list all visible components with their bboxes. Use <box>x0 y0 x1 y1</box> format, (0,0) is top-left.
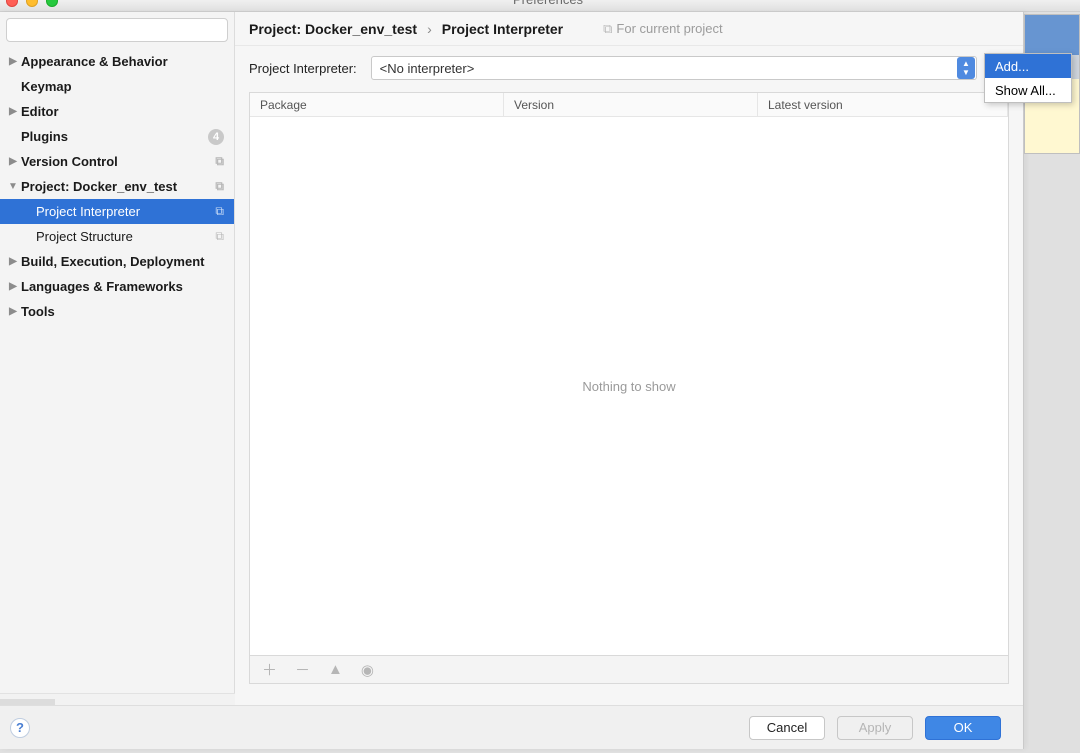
for-current-project-label: ⧉For current project <box>603 21 723 37</box>
upgrade-package-button[interactable]: ▲ <box>328 661 343 678</box>
breadcrumb-seg-project[interactable]: Project: Docker_env_test <box>249 21 417 37</box>
copy-icon: ⧉ <box>215 229 224 244</box>
help-button[interactable]: ? <box>10 718 30 738</box>
sidebar-item-plugins[interactable]: Plugins 4 <box>0 124 234 149</box>
sidebar-item-vcs[interactable]: ▶ Version Control ⧉ <box>0 149 234 174</box>
table-header: Package Version Latest version <box>250 93 1008 117</box>
table-toolbar: ＋ － ▲ ◉ <box>249 656 1009 684</box>
breadcrumb-seg-interpreter: Project Interpreter <box>442 21 563 37</box>
add-package-button[interactable]: ＋ <box>262 659 277 680</box>
show-early-releases-button[interactable]: ◉ <box>361 661 374 679</box>
sidebar-item-label: Appearance & Behavior <box>21 54 168 69</box>
interpreter-row: Project Interpreter: <No interpreter> ▲▼… <box>235 46 1023 86</box>
sidebar-item-label: Project Structure <box>36 229 133 244</box>
interpreter-menu: Add... Show All... <box>984 53 1072 103</box>
column-header-version[interactable]: Version <box>504 93 758 116</box>
sidebar: 🔍 ▶ Appearance & Behavior Keymap ▶ Edito… <box>0 12 235 705</box>
sidebar-item-tools[interactable]: ▶ Tools <box>0 299 234 324</box>
help-icon: ? <box>16 720 24 735</box>
corner <box>0 699 55 705</box>
sidebar-item-keymap[interactable]: Keymap <box>0 74 234 99</box>
column-header-latest[interactable]: Latest version <box>758 93 1008 116</box>
copy-icon: ⧉ <box>215 204 224 219</box>
settings-tree: ▶ Appearance & Behavior Keymap ▶ Editor … <box>0 46 234 705</box>
select-chevrons-icon[interactable]: ▲▼ <box>957 57 975 79</box>
copy-icon: ⧉ <box>215 154 224 169</box>
dialog-footer: ? Cancel Apply OK <box>0 705 1023 749</box>
window-title: Preferences <box>8 0 1080 7</box>
packages-table: Package Version Latest version Nothing t… <box>249 92 1009 656</box>
sidebar-item-label: Languages & Frameworks <box>21 279 183 294</box>
sidebar-item-project[interactable]: ▼ Project: Docker_env_test ⧉ <box>0 174 234 199</box>
preferences-window: 🔍 ▶ Appearance & Behavior Keymap ▶ Edito… <box>0 12 1024 749</box>
chevron-right-icon: › <box>427 21 432 37</box>
sidebar-item-label: Build, Execution, Deployment <box>21 254 204 269</box>
sidebar-item-label: Plugins <box>21 129 68 144</box>
sidebar-item-structure[interactable]: Project Structure ⧉ <box>0 224 234 249</box>
copy-icon: ⧉ <box>603 21 612 36</box>
sidebar-item-label: Keymap <box>21 79 72 94</box>
menu-item-show-all[interactable]: Show All... <box>985 78 1071 102</box>
apply-button: Apply <box>837 716 913 740</box>
sidebar-item-label: Tools <box>21 304 55 319</box>
interpreter-select[interactable]: <No interpreter> ▲▼ <box>371 56 977 80</box>
ok-button[interactable]: OK <box>925 716 1001 740</box>
column-header-package[interactable]: Package <box>250 93 504 116</box>
chevron-right-icon: ▶ <box>8 256 18 267</box>
search-input[interactable] <box>6 18 228 42</box>
chevron-right-icon: ▶ <box>8 156 18 167</box>
chevron-right-icon: ▶ <box>8 281 18 292</box>
chevron-right-icon: ▶ <box>8 56 18 67</box>
sidebar-item-languages[interactable]: ▶ Languages & Frameworks <box>0 274 234 299</box>
remove-package-button[interactable]: － <box>295 659 310 680</box>
menu-item-add[interactable]: Add... <box>985 54 1071 78</box>
sidebar-item-label: Version Control <box>21 154 118 169</box>
copy-icon: ⧉ <box>215 179 224 194</box>
chevron-right-icon: ▶ <box>8 306 18 317</box>
sidebar-item-editor[interactable]: ▶ Editor <box>0 99 234 124</box>
chevron-right-icon: ▶ <box>8 106 18 117</box>
table-empty-message: Nothing to show <box>250 117 1008 655</box>
sidebar-item-build[interactable]: ▶ Build, Execution, Deployment <box>0 249 234 274</box>
sidebar-item-label: Editor <box>21 104 59 119</box>
interpreter-label: Project Interpreter: <box>249 61 357 76</box>
main-panel: Project: Docker_env_test › Project Inter… <box>235 12 1023 705</box>
sidebar-item-appearance[interactable]: ▶ Appearance & Behavior <box>0 49 234 74</box>
chevron-down-icon: ▼ <box>8 181 18 192</box>
plugins-badge: 4 <box>208 129 224 145</box>
cancel-button[interactable]: Cancel <box>749 716 825 740</box>
breadcrumb: Project: Docker_env_test › Project Inter… <box>235 12 1023 46</box>
sidebar-item-interpreter[interactable]: Project Interpreter ⧉ <box>0 199 234 224</box>
sidebar-item-label: Project Interpreter <box>36 204 140 219</box>
sidebar-item-label: Project: Docker_env_test <box>21 179 177 194</box>
interpreter-value: <No interpreter> <box>380 61 475 76</box>
titlebar: Preferences <box>0 0 1080 12</box>
